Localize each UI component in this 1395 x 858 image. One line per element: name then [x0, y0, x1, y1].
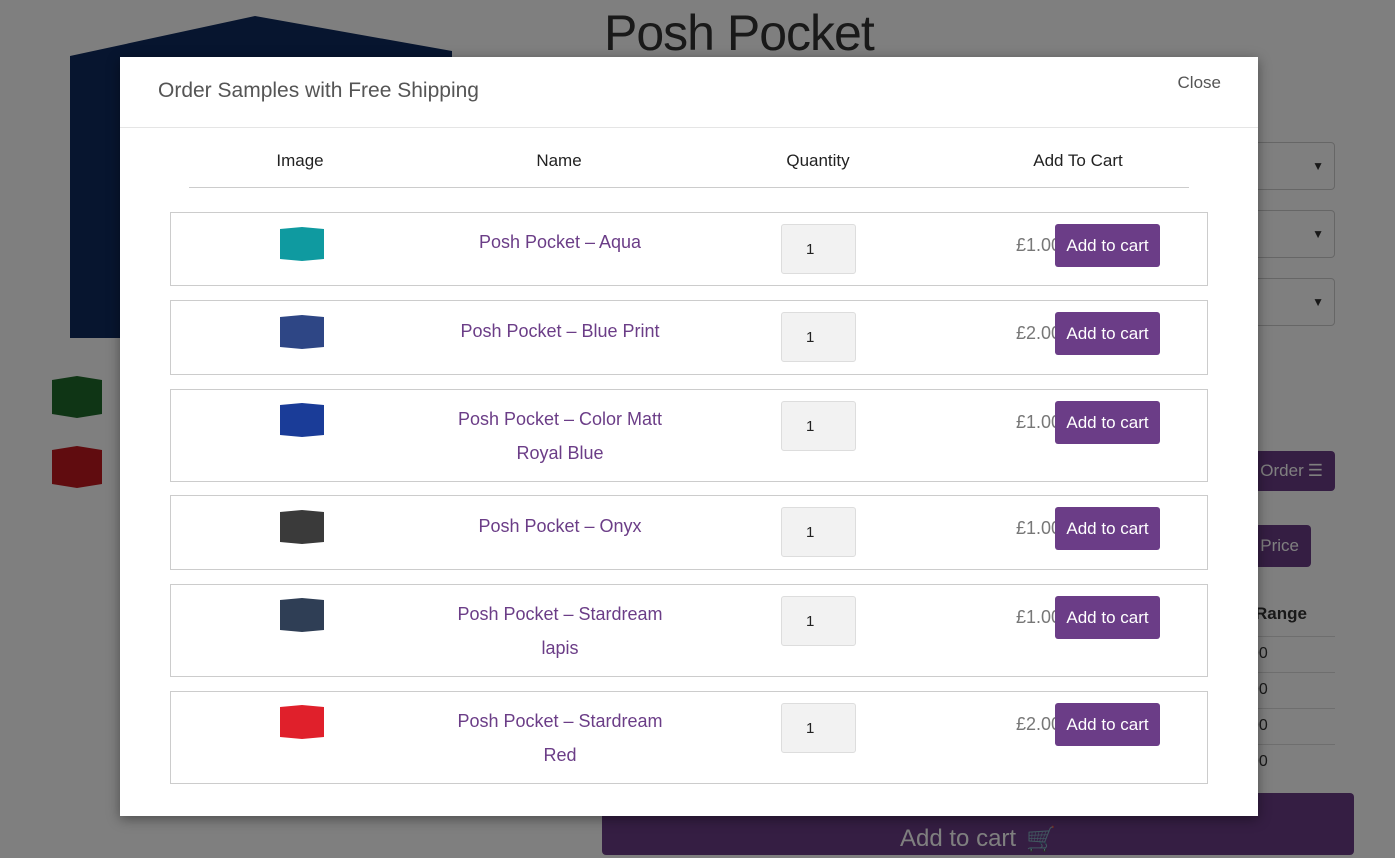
quantity-input[interactable]	[781, 224, 856, 274]
add-to-cart-button[interactable]: Add to cart	[1055, 224, 1160, 267]
product-name-link[interactable]: Posh Pocket – Blue Print	[455, 314, 665, 348]
product-thumbnail	[280, 315, 324, 349]
add-to-cart-button[interactable]: Add to cart	[1055, 507, 1160, 550]
quantity-input[interactable]	[781, 507, 856, 557]
quantity-input[interactable]	[781, 596, 856, 646]
add-to-cart-button[interactable]: Add to cart	[1055, 401, 1160, 444]
product-price: £2.00	[1015, 714, 1061, 734]
table-row: Posh Pocket – Stardream lapis £1.00 Add …	[170, 584, 1208, 677]
sample-order-modal: Order Samples with Free Shipping Close I…	[120, 57, 1258, 816]
product-name-link[interactable]: Posh Pocket – Stardream lapis	[455, 597, 665, 665]
quantity-input[interactable]	[781, 401, 856, 451]
product-name-link[interactable]: Posh Pocket – Onyx	[455, 509, 665, 543]
column-header-name: Name	[536, 151, 582, 170]
product-thumbnail	[280, 598, 324, 632]
product-name-link[interactable]: Posh Pocket – Aqua	[455, 225, 665, 259]
header-divider	[189, 187, 1189, 188]
product-price: £1.00	[1015, 518, 1061, 538]
table-row: Posh Pocket – Stardream Red £2.00 Add to…	[170, 691, 1208, 784]
modal-header: Order Samples with Free Shipping Close	[120, 57, 1258, 128]
product-price: £1.00	[1015, 412, 1061, 432]
quantity-input[interactable]	[781, 312, 856, 362]
table-row: Posh Pocket – Onyx £1.00 Add to cart	[170, 495, 1208, 570]
product-price: £1.00	[1015, 235, 1061, 255]
product-thumbnail	[280, 403, 324, 437]
modal-title: Order Samples with Free Shipping	[158, 79, 479, 102]
table-row: Posh Pocket – Color Matt Royal Blue £1.0…	[170, 389, 1208, 482]
product-thumbnail	[280, 510, 324, 544]
product-name-link[interactable]: Posh Pocket – Stardream Red	[455, 704, 665, 772]
table-row: Posh Pocket – Aqua £1.00 Add to cart	[170, 212, 1208, 286]
quantity-input[interactable]	[781, 703, 856, 753]
product-name-link[interactable]: Posh Pocket – Color Matt Royal Blue	[455, 402, 665, 470]
add-to-cart-button[interactable]: Add to cart	[1055, 312, 1160, 355]
product-thumbnail	[280, 227, 324, 261]
close-button[interactable]: Close	[1178, 73, 1221, 93]
column-header-add-to-cart: Add To Cart	[1033, 151, 1123, 170]
add-to-cart-button[interactable]: Add to cart	[1055, 596, 1160, 639]
product-price: £2.00	[1015, 323, 1061, 343]
product-thumbnail	[280, 705, 324, 739]
table-row: Posh Pocket – Blue Print £2.00 Add to ca…	[170, 300, 1208, 375]
product-price: £1.00	[1015, 607, 1061, 627]
add-to-cart-button[interactable]: Add to cart	[1055, 703, 1160, 746]
column-header-quantity: Quantity	[786, 151, 850, 170]
column-header-image: Image	[276, 151, 324, 170]
